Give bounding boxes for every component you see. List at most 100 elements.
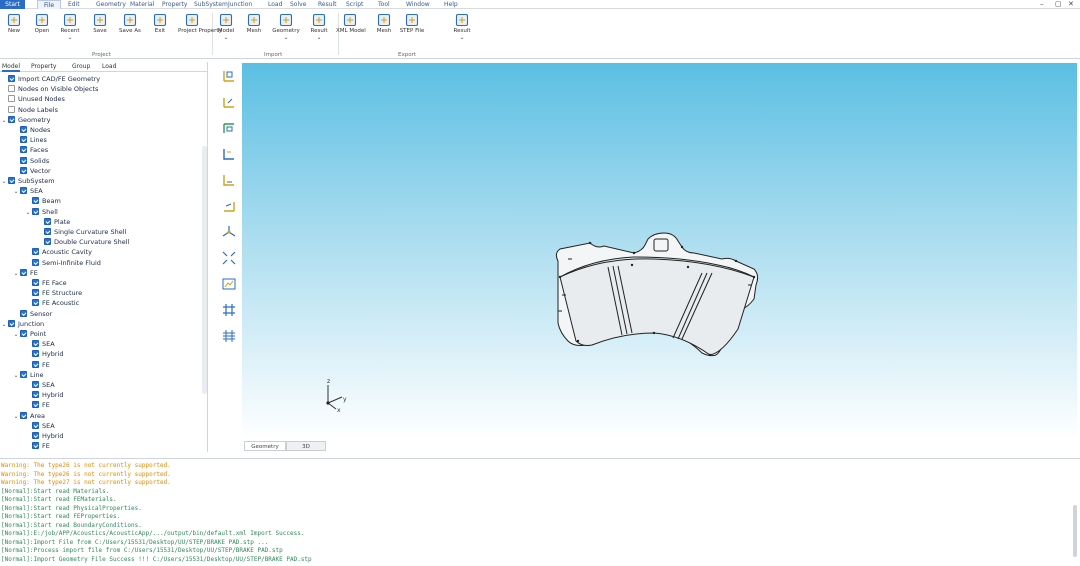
view-top-icon[interactable] <box>221 172 237 188</box>
tree-checkbox[interactable] <box>8 85 15 93</box>
chevron-down-icon[interactable]: ⌄ <box>0 320 8 330</box>
tree-scrollbar[interactable] <box>202 146 207 394</box>
maximize-icon[interactable]: ▢ <box>1055 0 1062 9</box>
tree-item[interactable]: ⌄ FE <box>12 268 38 278</box>
view-front-icon[interactable] <box>221 68 237 84</box>
tab-group[interactable]: Group <box>72 62 92 72</box>
menu-solve[interactable]: Solve <box>290 0 306 9</box>
tree-item[interactable]: Nodes <box>12 125 50 135</box>
chevron-down-icon[interactable]: ⌄ <box>12 187 20 197</box>
import-model-button[interactable]: Model ⌄ <box>212 12 240 52</box>
view-right-icon[interactable] <box>221 146 237 162</box>
view-left-icon[interactable] <box>221 120 237 136</box>
menu-edit[interactable]: Edit <box>68 0 80 9</box>
tree-checkbox[interactable] <box>32 207 39 215</box>
tree-checkbox[interactable] <box>8 105 15 113</box>
tree-item[interactable]: ⌄ Junction <box>0 319 44 329</box>
tree-checkbox[interactable] <box>20 136 27 144</box>
tree-item[interactable]: ⌄ Shell <box>24 207 58 217</box>
chevron-down-icon[interactable]: ⌄ <box>0 177 8 187</box>
tree-item[interactable]: ⌄ Line <box>12 370 44 380</box>
new-file-button[interactable]: New <box>0 12 28 52</box>
tree-item[interactable]: Acoustic Cavity <box>24 247 92 257</box>
tree-checkbox[interactable] <box>8 115 15 123</box>
gear-button[interactable]: Project Property <box>178 12 222 52</box>
tree-checkbox[interactable] <box>32 248 39 256</box>
tree-item[interactable]: FE <box>24 360 50 370</box>
tree-checkbox[interactable] <box>20 126 27 133</box>
view-back-icon[interactable] <box>221 94 237 110</box>
minimize-icon[interactable]: – <box>1040 0 1044 9</box>
tree-checkbox[interactable] <box>32 340 39 348</box>
tree-item[interactable]: Nodes on Visible Objects <box>0 84 98 94</box>
exit-button[interactable]: Exit <box>146 12 174 52</box>
menu-geometry[interactable]: Geometry <box>96 0 126 9</box>
tree-item[interactable]: Single Curvature Shell <box>36 227 126 237</box>
console-scrollbar[interactable] <box>1073 505 1077 557</box>
import-geometry-button[interactable]: Geometry ⌄ <box>272 12 300 52</box>
menu-result[interactable]: Result <box>318 0 337 9</box>
tree-item[interactable]: Solids <box>12 156 49 166</box>
tab-geometry[interactable]: Geometry <box>244 441 286 451</box>
export-result-button[interactable]: Result ⌄ <box>448 12 476 52</box>
tree-checkbox[interactable] <box>32 401 39 409</box>
tree-checkbox[interactable] <box>20 330 27 337</box>
tree-checkbox[interactable] <box>44 217 51 225</box>
tree-item[interactable]: Hybrid <box>24 349 63 359</box>
tree-checkbox[interactable] <box>8 177 15 184</box>
tab-load[interactable]: Load <box>102 62 120 72</box>
tree-checkbox[interactable] <box>20 268 27 276</box>
tree-checkbox[interactable] <box>32 299 39 307</box>
tree-item[interactable]: FE <box>24 400 50 410</box>
tree-checkbox[interactable] <box>32 197 39 205</box>
tree-checkbox[interactable] <box>32 421 39 429</box>
chevron-down-icon[interactable]: ⌄ <box>0 116 8 126</box>
export-mesh-button[interactable]: Mesh <box>370 12 398 52</box>
screenshot-icon[interactable] <box>221 276 237 292</box>
tree-checkbox[interactable] <box>32 391 39 399</box>
import-mesh-button[interactable]: Mesh <box>240 12 268 52</box>
tree-item[interactable]: Sensor <box>12 309 52 319</box>
menu-help[interactable]: Help <box>444 0 458 9</box>
tree-item[interactable]: ⌄ Geometry <box>0 115 50 125</box>
tree-item[interactable]: ⌄ Area <box>12 411 45 421</box>
tree-item[interactable]: Plate <box>36 217 70 227</box>
tree-item[interactable]: Unused Nodes <box>0 94 65 104</box>
3d-viewport[interactable]: z y x <box>242 63 1077 440</box>
tree-item[interactable]: FE Face <box>24 278 67 288</box>
menu-file[interactable]: File <box>37 0 61 9</box>
fit-view-icon[interactable] <box>221 250 237 266</box>
tree-checkbox[interactable] <box>20 146 27 154</box>
tree-checkbox[interactable] <box>20 166 27 174</box>
view-isometric-icon[interactable] <box>221 224 237 240</box>
tree-item[interactable]: FE Acoustic <box>24 298 79 308</box>
menu-property[interactable]: Property <box>162 0 187 9</box>
tree-item[interactable]: ⌄ SubSystem <box>0 176 55 186</box>
tree-item[interactable]: Node Labels <box>0 105 58 115</box>
chevron-down-icon[interactable]: ⌄ <box>12 330 20 340</box>
chevron-down-icon[interactable]: ⌄ <box>12 371 20 381</box>
chevron-down-icon[interactable]: ⌄ <box>24 208 32 218</box>
menu-junction[interactable]: Junction <box>228 0 252 9</box>
tree-checkbox[interactable] <box>20 411 27 419</box>
tree-checkbox[interactable] <box>8 319 15 327</box>
tree-item[interactable]: Hybrid <box>24 390 63 400</box>
tab-model[interactable]: Model <box>2 62 20 72</box>
menu-material[interactable]: Material <box>130 0 154 9</box>
tree-checkbox[interactable] <box>32 279 39 286</box>
menu-load[interactable]: Load <box>268 0 282 9</box>
tree-item[interactable]: SEA <box>24 339 55 349</box>
tree-item[interactable]: Double Curvature Shell <box>36 237 129 247</box>
menu-window[interactable]: Window <box>406 0 430 9</box>
tree-item[interactable]: Faces <box>12 145 48 155</box>
chevron-down-icon[interactable]: ⌄ <box>12 412 20 422</box>
import-result-button[interactable]: Result ⌄ <box>305 12 333 52</box>
recent-files-button[interactable]: Recent ⌄ <box>56 12 84 52</box>
tree-item[interactable]: Hybrid <box>24 431 63 441</box>
grid-icon[interactable] <box>221 302 237 318</box>
tree-checkbox[interactable] <box>32 258 39 266</box>
tree-checkbox[interactable] <box>8 75 15 82</box>
tree-item[interactable]: FE <box>24 441 50 451</box>
tree-item[interactable]: ⌄ Point <box>12 329 46 339</box>
tree-item[interactable]: Semi-Infinite Fluid <box>24 258 101 268</box>
